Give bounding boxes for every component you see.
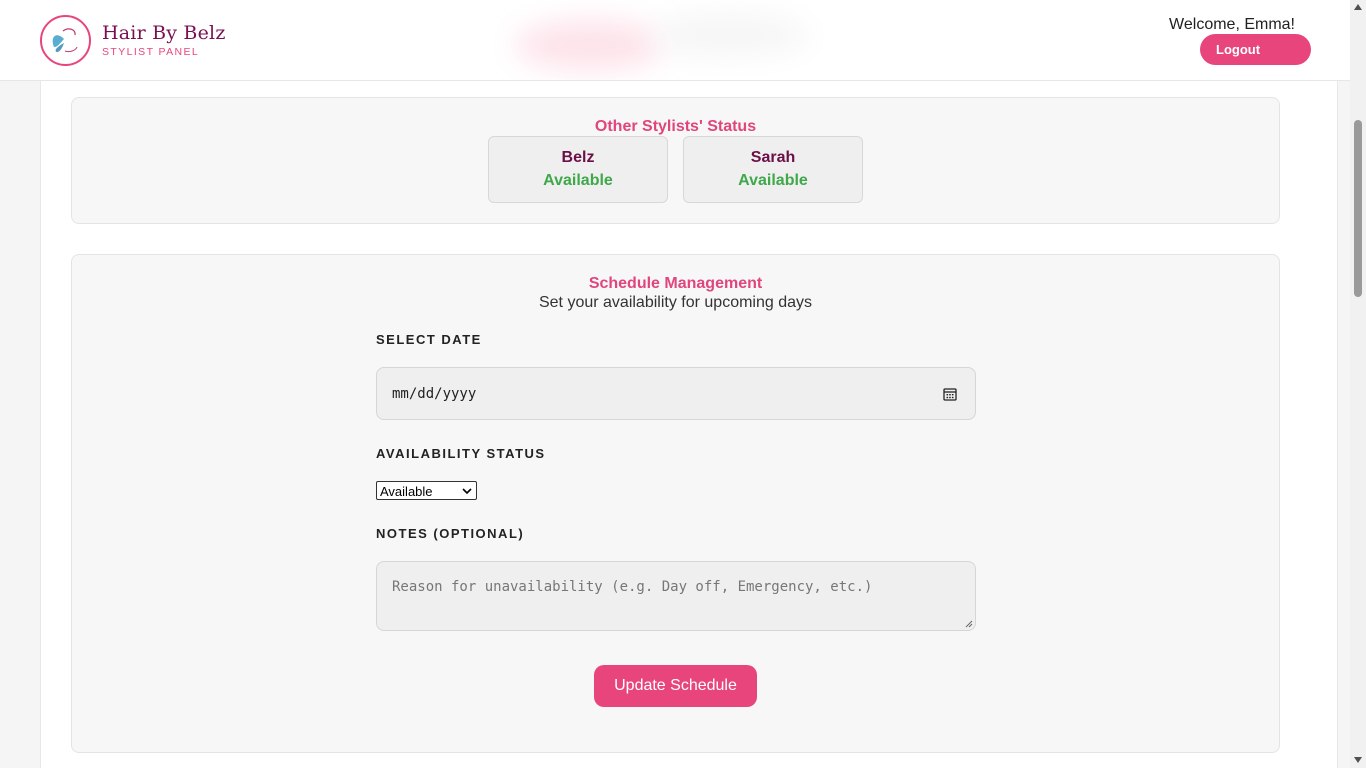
stylist-card-sarah: Sarah Available <box>683 136 863 203</box>
brand-subtitle: STYLIST PANEL <box>102 46 200 58</box>
availability-select[interactable]: Available <box>376 481 477 500</box>
stylist-name: Sarah <box>750 149 796 166</box>
top-header: Hair By Belz STYLIST PANEL Welcome, Emma… <box>0 0 1350 81</box>
schedule-subtitle: Set your availability for upcoming days <box>538 294 813 311</box>
notes-textarea[interactable]: Reason for unavailability (e.g. Day off,… <box>376 561 976 631</box>
scroll-down-arrow-icon[interactable] <box>1354 757 1362 763</box>
schedule-title: Schedule Management <box>588 275 763 292</box>
stylists-status-title: Other Stylists' Status <box>594 118 757 135</box>
brand-title: Hair By Belz <box>102 22 226 44</box>
welcome-message: Welcome, Emma! <box>1169 16 1295 33</box>
date-input[interactable]: mm/dd/yyyy <box>376 367 976 420</box>
stylist-name: Belz <box>561 149 595 166</box>
decorative-glow <box>515 13 810 70</box>
stylist-card-belz: Belz Available <box>488 136 668 203</box>
notes-placeholder: Reason for unavailability (e.g. Day off,… <box>392 579 873 595</box>
resize-handle-icon[interactable] <box>965 620 973 628</box>
select-date-label: SELECT DATE <box>376 332 482 347</box>
calendar-icon[interactable] <box>943 387 957 401</box>
update-schedule-button[interactable]: Update Schedule <box>594 665 757 707</box>
scroll-thumb[interactable] <box>1354 120 1362 297</box>
availability-status-label: AVAILABILITY STATUS <box>376 446 546 461</box>
vertical-scrollbar[interactable] <box>1350 0 1366 768</box>
logout-button[interactable]: Logout <box>1200 34 1311 65</box>
availability-selected-value: Available <box>380 484 433 499</box>
stylists-status-card: Other Stylists' Status Belz Available Sa… <box>71 97 1280 224</box>
chevron-down-icon <box>462 488 472 495</box>
stylist-status: Available <box>543 172 613 189</box>
notes-label: NOTES (OPTIONAL) <box>376 526 525 541</box>
date-placeholder: mm/dd/yyyy <box>392 386 477 402</box>
stylist-status: Available <box>738 172 808 189</box>
scroll-up-arrow-icon[interactable] <box>1354 4 1362 10</box>
butterfly-logo-icon[interactable] <box>40 15 91 66</box>
